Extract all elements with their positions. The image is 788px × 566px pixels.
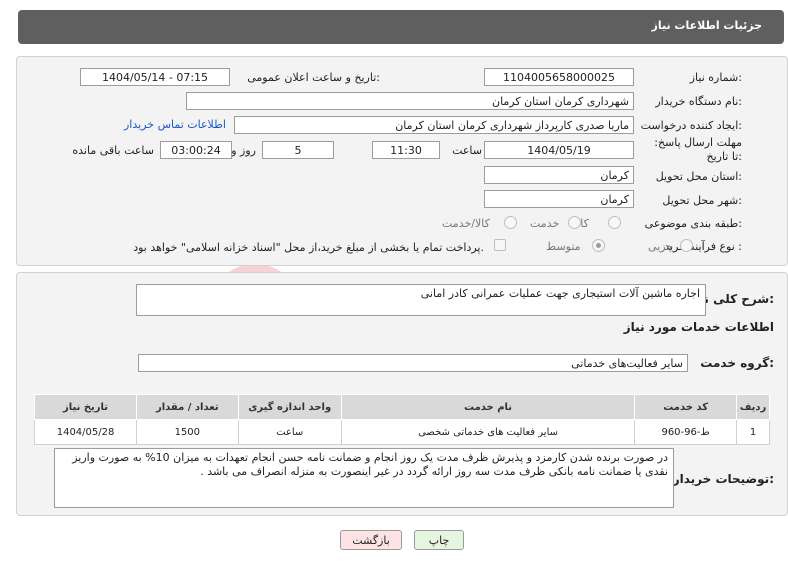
need-number-field: 1104005658000025 (484, 68, 634, 86)
cell-qty: 1500 (136, 419, 239, 445)
city-field: کرمان (484, 190, 634, 208)
remaining-label: ساعت باقی مانده (72, 144, 154, 157)
col-name: نام خدمت (340, 394, 636, 420)
services-table: تاریخ نیاز تعداد / مقدار واحد اندازه گیر… (33, 394, 770, 445)
description-field: اجاره ماشین آلات استیجاری جهت عملیات عمر… (136, 284, 706, 316)
col-index: ردیف (736, 394, 770, 420)
process-medium-radio[interactable] (592, 239, 605, 252)
process-minor-label: جزیی (648, 240, 674, 253)
service-group-field: سایر فعالیت‌های خدماتی (138, 354, 688, 372)
cell-code: ط-96-960 (634, 419, 738, 445)
announce-label: تاریخ و ساعت اعلان عمومی: (247, 71, 380, 84)
creator-label: ایجاد کننده درخواست: (640, 119, 742, 132)
announce-field: 1404/05/14 - 07:15 (80, 68, 230, 86)
city-label: شهر محل تحویل: (662, 194, 742, 207)
process-label: نوع فرآیند خرید : (664, 240, 742, 253)
category-both-label: کالا/خدمت (442, 217, 490, 230)
contact-info-link[interactable]: اطلاعات تماس خریدار (124, 118, 226, 131)
category-service-radio[interactable] (568, 216, 581, 229)
creator-field: ماریا صدری کارپرداز شهرداری کرمان استان … (234, 116, 634, 134)
deadline-time-field: 11:30 (372, 141, 440, 159)
table-row: 1404/05/28 1500 ساعت سایر فعالیت های خدم… (33, 419, 770, 445)
buyer-notes-field: در صورت برنده شدن کارمزد و پذیرش ظرف مدت… (54, 448, 674, 508)
category-goods-radio[interactable] (608, 216, 621, 229)
process-medium-label: متوسط (546, 240, 581, 253)
treasury-payment-note: پرداخت تمام یا بخشی از مبلغ خرید،از محل … (133, 241, 484, 254)
province-field: کرمان (484, 166, 634, 184)
deadline-time-label: ساعت (452, 144, 482, 157)
cell-index: 1 (736, 419, 770, 445)
col-qty: تعداد / مقدار (136, 394, 239, 420)
days-field: 5 (262, 141, 334, 159)
deadline-label: مهلت ارسال پاسخ: تا تاریخ: (654, 136, 742, 163)
process-minor-radio[interactable] (680, 239, 693, 252)
col-code: کد خدمت (634, 394, 738, 420)
col-date: تاریخ نیاز (33, 394, 138, 420)
deadline-date-field: 1404/05/19 (484, 141, 634, 159)
category-label: طبقه بندی موضوعی: (644, 217, 742, 230)
treasury-payment-checkbox[interactable] (494, 239, 506, 251)
services-section-title: اطلاعات خدمات مورد نیاز (623, 320, 774, 334)
col-unit: واحد اندازه گیری (237, 394, 342, 420)
cell-date: 1404/05/28 (33, 419, 138, 445)
category-both-radio[interactable] (504, 216, 517, 229)
page-title: جزئیات اطلاعات نیاز (651, 19, 763, 32)
province-label: استان محل تحویل: (655, 170, 742, 183)
buyer-org-field: شهرداری کرمان استان کرمان (186, 92, 634, 110)
print-button[interactable]: چاپ (414, 530, 464, 550)
services-table-header: تاریخ نیاز تعداد / مقدار واحد اندازه گیر… (33, 394, 770, 420)
buyer-org-label: نام دستگاه خریدار: (655, 95, 742, 108)
page-header: جزئیات اطلاعات نیاز (18, 10, 784, 44)
remaining-time-field: 03:00:24 (160, 141, 232, 159)
back-button[interactable]: بازگشت (340, 530, 402, 550)
cell-name: سایر فعالیت های خدماتی شخصی (340, 419, 636, 445)
days-label: روز و (231, 144, 256, 157)
buyer-notes-label: توضیحات خریدار: (672, 472, 774, 486)
service-group-label: گروه خدمت: (700, 356, 774, 370)
need-number-label: شماره نیاز: (689, 71, 742, 84)
category-service-label: خدمت (530, 217, 560, 230)
cell-unit: ساعت (237, 419, 342, 445)
